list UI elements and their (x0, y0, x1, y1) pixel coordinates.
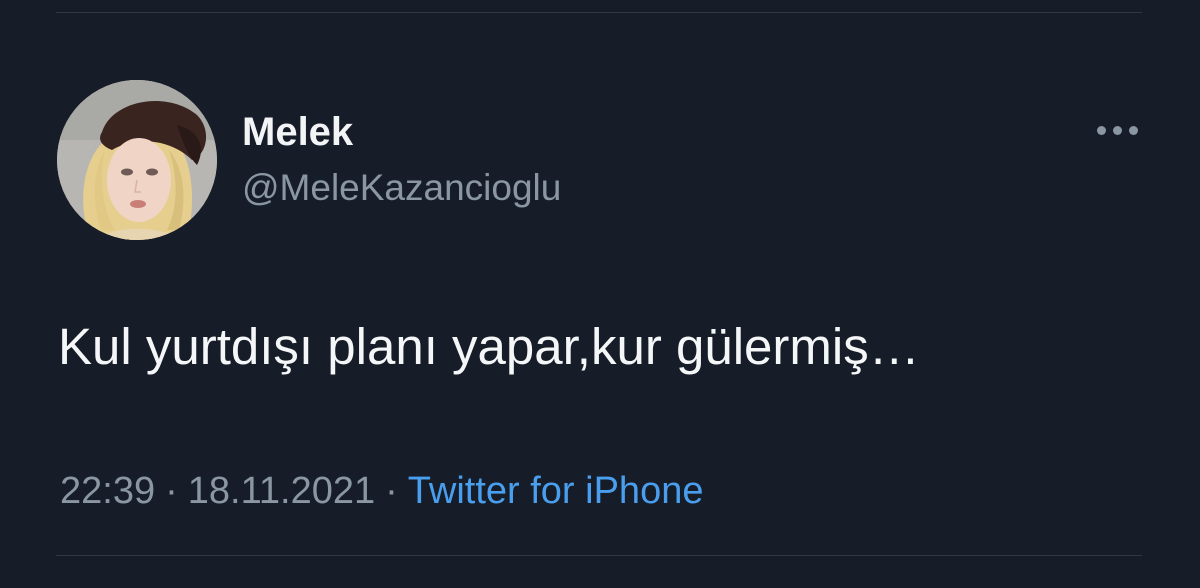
tweet-time[interactable]: 22:39 (60, 470, 155, 512)
avatar[interactable] (57, 80, 217, 240)
top-divider (56, 12, 1142, 13)
tweet-metadata: 22:39 · 18.11.2021 · Twitter for iPhone (60, 467, 703, 515)
meta-separator: · (385, 470, 398, 512)
bottom-divider (56, 555, 1142, 556)
display-name[interactable]: Melek (242, 108, 353, 156)
more-options-button[interactable] (1092, 118, 1144, 142)
avatar-image (57, 80, 217, 240)
tweet-date[interactable]: 18.11.2021 (188, 470, 375, 512)
user-handle[interactable]: @MeleKazancioglu (242, 166, 561, 210)
tweet-source-link[interactable]: Twitter for iPhone (408, 470, 704, 512)
tweet-detail-view: Melek @MeleKazancioglu Kul yurtdışı plan… (0, 0, 1200, 588)
meta-separator: · (165, 470, 178, 512)
tweet-text: Kul yurtdışı planı yapar,kur gülermiş… (58, 318, 920, 375)
